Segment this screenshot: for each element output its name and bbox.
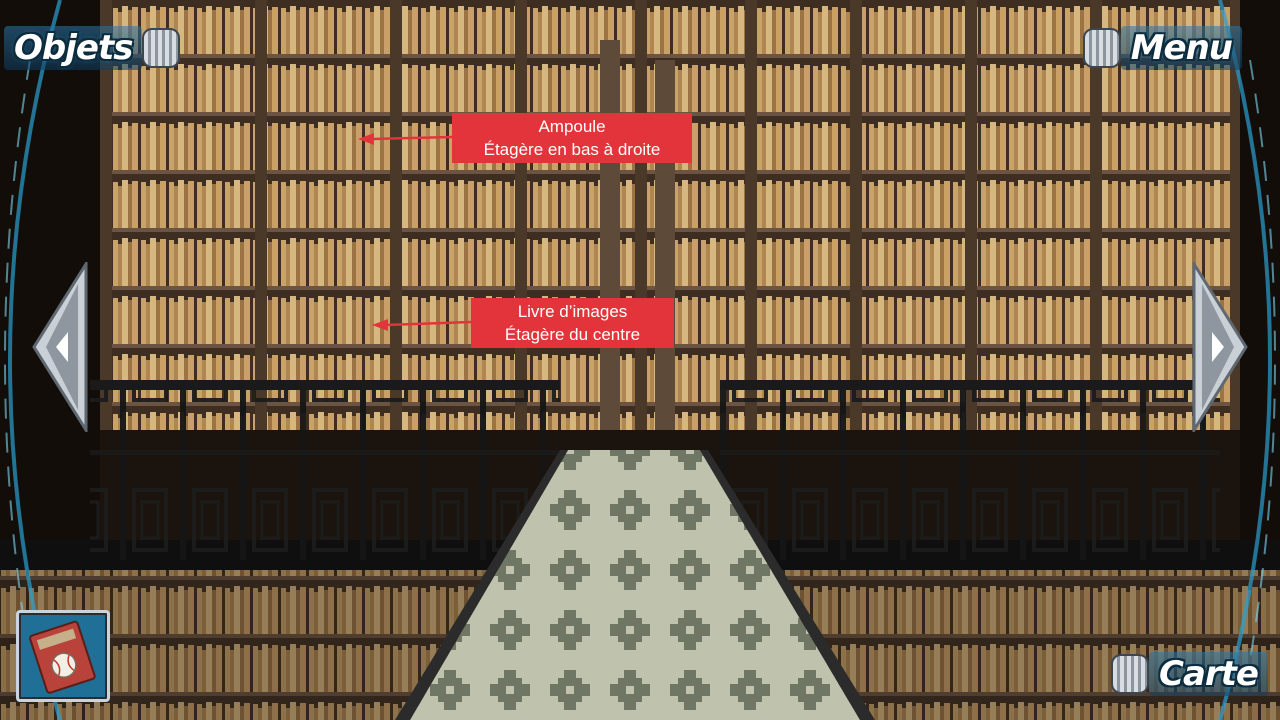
chevron-left-icon[interactable] (32, 262, 88, 432)
library-background (0, 0, 1280, 720)
items-button-cap (142, 28, 181, 68)
annotation-bulb-title: Ampoule (538, 117, 606, 136)
annotation-bulb: Ampoule Étagère en bas à droite (452, 113, 692, 163)
chevron-right-icon[interactable] (1192, 262, 1248, 432)
map-button-label: Carte (1149, 652, 1268, 696)
annotation-picture-book: Livre d’images Étagère du centre (471, 298, 674, 348)
items-button-label: Objets (4, 26, 143, 70)
annotation-bulb-location: Étagère en bas à droite (483, 140, 661, 159)
menu-button[interactable]: Menu (1082, 26, 1242, 70)
items-button[interactable]: Objets (4, 26, 181, 70)
map-button-cap (1111, 654, 1150, 694)
baseball-book-icon (29, 620, 96, 694)
map-button[interactable]: Carte (1111, 652, 1268, 696)
menu-button-label: Menu (1120, 26, 1242, 70)
menu-button-cap (1082, 28, 1121, 68)
annotation-picture-book-title: Livre d’images (517, 302, 628, 321)
game-scene[interactable]: Ampoule Étagère en bas à droite Livre d’… (0, 0, 1280, 720)
inventory-item-slot[interactable] (16, 610, 110, 702)
annotation-picture-book-location: Étagère du centre (504, 325, 641, 344)
